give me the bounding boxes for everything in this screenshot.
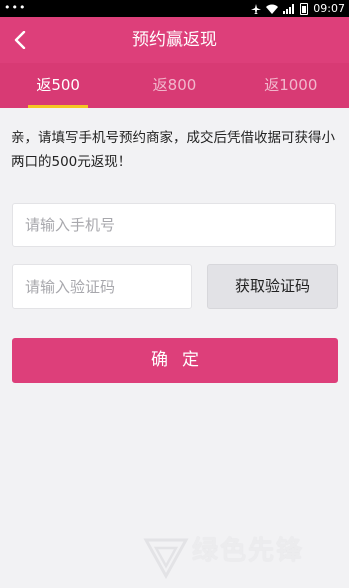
status-time: 09:07 — [313, 2, 345, 15]
airplane-icon — [251, 0, 262, 18]
title-bar: 预约赢返现 — [0, 17, 349, 63]
notice-text: 亲，请填写手机号预约商家，成交后凭借收据可获得小两口的500元返现！ — [11, 130, 335, 170]
tab-label: 返800 — [152, 76, 197, 94]
wifi-icon — [266, 0, 279, 18]
status-icons: 09:07 — [251, 0, 345, 17]
verification-code-input[interactable] — [12, 264, 192, 309]
battery-icon — [300, 2, 309, 15]
get-code-button[interactable]: 获取验证码 — [207, 264, 338, 309]
tab-label: 返1000 — [264, 76, 318, 94]
notification-dots: ••• — [4, 1, 27, 14]
tab-return-500[interactable]: 返500 — [0, 63, 116, 108]
tab-label: 返500 — [36, 76, 80, 94]
watermark-text: 绿色先锋 — [192, 536, 305, 566]
screen: ••• 09:07 预约赢返现 返500 返800 返1000 亲，请填写手机号… — [0, 0, 349, 588]
status-bar: ••• 09:07 — [0, 0, 349, 17]
tab-return-800[interactable]: 返800 — [116, 63, 232, 108]
confirm-button[interactable]: 确定 — [12, 338, 338, 383]
phone-input[interactable] — [12, 203, 336, 247]
active-tab-indicator — [28, 105, 89, 108]
watermark: 绿色先锋 — [142, 528, 347, 584]
signal-icon — [283, 3, 295, 14]
watermark-logo-icon — [143, 538, 189, 580]
tab-bar: 返500 返800 返1000 — [0, 63, 349, 108]
tab-return-1000[interactable]: 返1000 — [233, 63, 349, 108]
page-title: 预约赢返现 — [132, 30, 217, 50]
